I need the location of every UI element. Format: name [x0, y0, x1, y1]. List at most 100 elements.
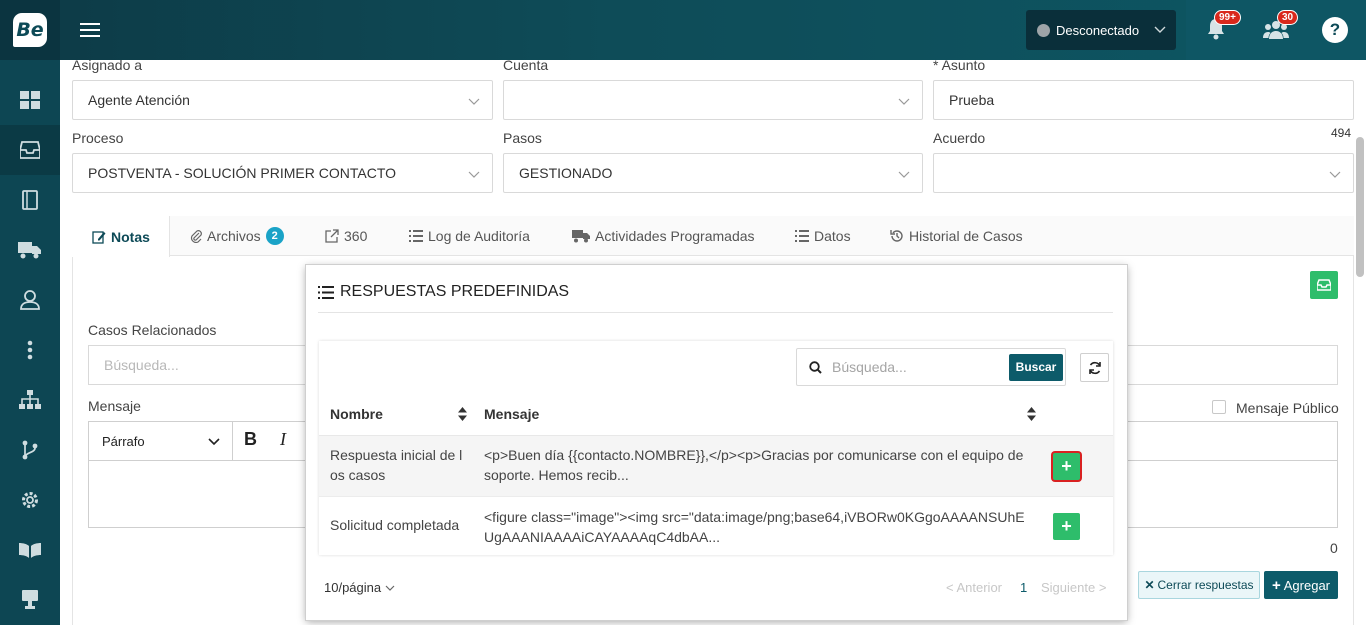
- list-icon: [409, 230, 423, 242]
- truck-icon: [18, 242, 41, 259]
- tab-datos-label: Datos: [814, 228, 851, 244]
- insert-response-button[interactable]: +: [1053, 453, 1080, 480]
- add-note-label: Agregar: [1283, 577, 1330, 593]
- tab-360[interactable]: 360: [325, 216, 367, 256]
- tab-360-label: 360: [344, 228, 368, 244]
- add-note-button[interactable]: + Agregar: [1264, 571, 1338, 599]
- sort-icon[interactable]: [458, 407, 467, 421]
- plus-icon: +: [1271, 576, 1281, 594]
- app-logo[interactable]: Be: [13, 13, 47, 47]
- notifications-badge: 99+: [1214, 10, 1241, 25]
- save-note-button[interactable]: [1310, 271, 1338, 299]
- search-icon: [809, 361, 822, 374]
- sidebar-item-contacts[interactable]: [0, 275, 60, 325]
- kiosk-icon: [22, 590, 38, 609]
- pagination-next[interactable]: Siguiente >: [1041, 580, 1106, 595]
- asignado-label: Asignado a: [72, 57, 143, 73]
- close-icon: ✕: [1144, 578, 1155, 592]
- tab-historial-label: Historial de Casos: [909, 228, 1023, 244]
- pagination-page-1[interactable]: 1: [1020, 580, 1027, 595]
- mensaje-publico-checkbox[interactable]: [1212, 400, 1226, 414]
- acuerdo-select[interactable]: [933, 153, 1354, 193]
- asignado-select[interactable]: Agente Atención: [72, 80, 493, 120]
- search-button[interactable]: Buscar: [1009, 354, 1063, 381]
- sidebar-item-delivery[interactable]: [0, 225, 60, 275]
- row-2-nombre: Solicitud completada: [330, 517, 460, 533]
- tab-historial[interactable]: Historial de Casos: [890, 216, 1023, 256]
- sidebar-item-organization[interactable]: [0, 375, 60, 425]
- chevron-down-icon: [208, 438, 220, 446]
- external-link-icon: [325, 229, 339, 243]
- responses-search-input[interactable]: Búsqueda... Buscar: [796, 348, 1066, 386]
- row-divider: [319, 496, 1113, 497]
- cuenta-label: Cuenta: [503, 57, 549, 73]
- column-header-nombre[interactable]: Nombre: [330, 406, 383, 422]
- insert-response-button[interactable]: +: [1053, 513, 1080, 540]
- status-dropdown[interactable]: Desconectado: [1026, 10, 1176, 50]
- tab-actividades-label: Actividades Programadas: [595, 228, 755, 244]
- pasos-value: GESTIONADO: [519, 165, 613, 181]
- branch-icon: [22, 440, 38, 460]
- italic-button[interactable]: I: [280, 429, 286, 450]
- asunto-value: Prueba: [949, 92, 995, 108]
- sidebar-item-dashboard[interactable]: [0, 75, 60, 125]
- inbox-icon: [20, 141, 40, 159]
- sidebar-item-knowledge[interactable]: [0, 525, 60, 575]
- refresh-button[interactable]: [1080, 353, 1109, 382]
- sidebar-item-flows[interactable]: [0, 425, 60, 475]
- tab-datos[interactable]: Datos: [795, 216, 851, 256]
- cuenta-select[interactable]: [503, 80, 923, 120]
- column-header-mensaje[interactable]: Mensaje: [484, 406, 539, 422]
- chevron-down-icon: [898, 98, 910, 105]
- tab-archivos-label: Archivos: [207, 228, 261, 244]
- asunto-label: * Asunto: [933, 57, 986, 73]
- row-2-mensaje: <figure class="image"><img src="data:ima…: [484, 509, 1025, 545]
- sidebar-item-settings[interactable]: [0, 475, 60, 525]
- chevron-down-icon: [898, 171, 910, 178]
- tab-archivos[interactable]: Archivos 2: [190, 216, 284, 256]
- responses-search-placeholder: Búsqueda...: [832, 359, 907, 375]
- tab-log-auditoria[interactable]: Log de Auditoría: [409, 216, 530, 256]
- status-label: Desconectado: [1056, 22, 1140, 38]
- proceso-value: POSTVENTA - SOLUCIÓN PRIMER CONTACTO: [88, 165, 397, 181]
- hamburger-icon: [80, 23, 100, 37]
- sort-icon[interactable]: [1027, 407, 1036, 421]
- pasos-label: Pasos: [503, 130, 542, 146]
- chevron-down-icon: [1154, 26, 1166, 33]
- chevron-down-icon: [1329, 171, 1341, 178]
- tab-notas[interactable]: Notas: [72, 216, 170, 257]
- pagination-prev[interactable]: < Anterior: [946, 580, 1002, 595]
- asignado-value: Agente Atención: [88, 92, 190, 108]
- sidebar-item-more[interactable]: [0, 325, 60, 375]
- sidebar-item-kiosk[interactable]: [0, 575, 60, 625]
- bold-button[interactable]: B: [244, 429, 257, 450]
- help-button[interactable]: ?: [1322, 17, 1348, 43]
- asunto-input[interactable]: Prueba: [933, 80, 1354, 120]
- logo-container: Be: [0, 0, 60, 60]
- pasos-select[interactable]: GESTIONADO: [503, 153, 923, 193]
- tab-actividades[interactable]: Actividades Programadas: [572, 216, 755, 256]
- status-dot-icon: [1037, 23, 1050, 37]
- predefined-responses-modal: RESPUESTAS PREDEFINIDAS Búsqueda... Busc…: [306, 265, 1127, 620]
- chevron-down-icon: [468, 171, 480, 178]
- more-vertical-icon: [27, 340, 33, 360]
- gear-icon: [22, 492, 38, 508]
- acuerdo-label: Acuerdo: [933, 130, 986, 146]
- proceso-label: Proceso: [72, 130, 124, 146]
- tab-log-label: Log de Auditoría: [428, 228, 530, 244]
- history-icon: [890, 230, 903, 242]
- truck-icon: [572, 230, 590, 243]
- page-scrollbar[interactable]: [1356, 137, 1364, 277]
- paragraph-style-value: Párrafo: [102, 433, 145, 449]
- org-chart-icon: [19, 390, 41, 409]
- hamburger-menu-button[interactable]: [60, 0, 120, 60]
- page-size-select[interactable]: 10/página: [324, 580, 395, 595]
- paragraph-style-select[interactable]: Párrafo: [89, 422, 233, 460]
- close-responses-button[interactable]: ✕ Cerrar respuestas: [1138, 571, 1260, 599]
- sidebar-item-notebook[interactable]: [0, 175, 60, 225]
- sidebar-item-inbox[interactable]: [0, 125, 60, 175]
- plus-icon: +: [1061, 456, 1072, 476]
- refresh-icon: [1088, 361, 1101, 374]
- list-icon: [795, 230, 809, 242]
- proceso-select[interactable]: POSTVENTA - SOLUCIÓN PRIMER CONTACTO: [72, 153, 493, 193]
